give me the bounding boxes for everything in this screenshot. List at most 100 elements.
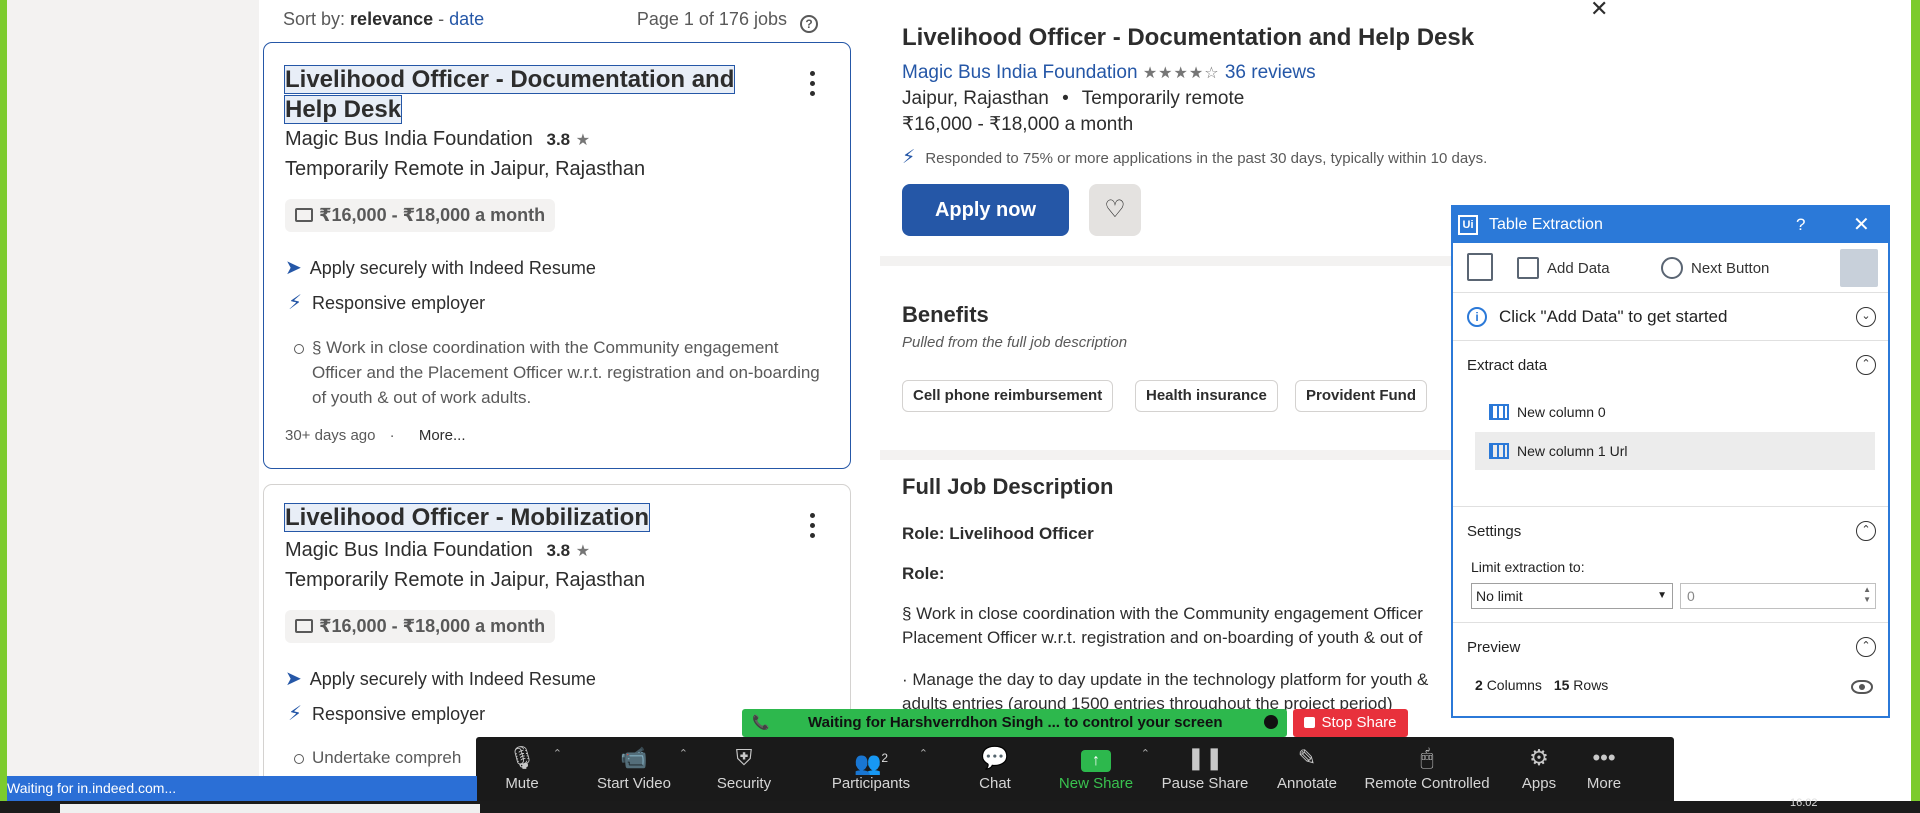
feature-indeed-resume: ➤ Apply securely with Indeed Resume — [285, 668, 596, 690]
help-icon[interactable]: ? — [800, 15, 818, 33]
zoom-toolbar: 🎙 Mute ⌃ 📹 Start Video ⌃ ⛨ Security 👥2 Partici… — [476, 737, 1674, 804]
company-rating: 3.8 — [546, 541, 571, 560]
chevron-up-icon[interactable]: ⌃ — [919, 747, 928, 760]
hint-section: i Click "Add Data" to get started ⌄ — [1453, 293, 1888, 341]
share-frame-right — [1911, 0, 1920, 813]
apps-icon: ⚙ — [1529, 745, 1549, 770]
more-options-icon[interactable] — [810, 71, 816, 101]
job-location: Temporarily Remote in Jaipur, Rajasthan — [285, 569, 646, 591]
posted-date: 30+ days ago — [285, 427, 376, 444]
chevron-up-icon[interactable]: ⌃ — [1856, 355, 1876, 375]
dropdown-caret-icon: ▼ — [1657, 590, 1667, 601]
chevron-up-icon[interactable]: ⌃ — [679, 747, 688, 760]
close-detail-icon[interactable]: ✕ — [1590, 0, 1608, 22]
feature-indeed-resume: ➤ Apply securely with Indeed Resume — [285, 257, 596, 279]
start-video-button[interactable]: 📹 Start Video ⌃ — [594, 737, 688, 804]
lightning-icon: ⚡ — [288, 703, 303, 725]
pause-share-button[interactable]: ❚❚ Pause Share — [1160, 737, 1250, 804]
page-gutter-left — [7, 0, 259, 813]
apps-button[interactable]: ⚙ Apps — [1516, 737, 1562, 804]
meta-separator: · — [389, 427, 395, 444]
responsive-notice: ⚡ Responded to 75% or more applications i… — [902, 147, 1488, 168]
share-arrow-icon: ↑ — [1081, 750, 1111, 772]
chevron-up-icon[interactable]: ⌃ — [1141, 747, 1150, 760]
salary-badge: ₹16,000 - ₹18,000 a month — [285, 610, 556, 643]
remote-controlled-button[interactable]: 🖱 Remote Controlled — [1362, 737, 1492, 804]
star-icon: ★ — [575, 543, 591, 560]
save-job-heart-icon[interactable]: ♡ — [1089, 184, 1141, 236]
description-paragraph: Placement Officer w.r.t. registration an… — [902, 628, 1423, 647]
chevron-down-icon[interactable]: ⌄ — [1856, 307, 1876, 327]
info-icon: i — [1467, 307, 1487, 327]
refresh-icon[interactable] — [1840, 249, 1878, 287]
column-icon — [1489, 443, 1509, 459]
add-data-icon — [1517, 257, 1539, 279]
close-icon[interactable]: ✕ — [1853, 212, 1870, 237]
limit-select[interactable]: No limit ▼ — [1471, 583, 1673, 609]
next-button-button[interactable]: Next Button — [1661, 257, 1769, 279]
salary-badge: ₹16,000 - ₹18,000 a month — [285, 199, 556, 232]
add-data-button[interactable]: Add Data — [1517, 257, 1610, 279]
job-title[interactable]: Livelihood Officer - Mobilization — [284, 503, 755, 533]
reviews-link[interactable]: 36 reviews — [1225, 62, 1316, 83]
detail-salary: ₹16,000 - ₹18,000 a month — [902, 114, 1134, 135]
detail-job-title: Livelihood Officer - Documentation and H… — [902, 24, 1475, 51]
preview-header: Preview — [1467, 639, 1521, 656]
chat-icon: 💬 — [981, 745, 1009, 770]
sort-relevance: relevance — [350, 9, 434, 29]
next-button-icon — [1661, 257, 1683, 279]
sort-separator: - — [438, 9, 445, 29]
job-card[interactable]: Livelihood Officer - Documentation and H… — [263, 42, 851, 469]
limit-count-input[interactable]: 0 ▲ ▼ — [1680, 583, 1876, 609]
participants-button[interactable]: 👥2 Participants ⌃ — [828, 737, 928, 804]
table-extraction-toolbar: Add Data Next Button — [1453, 243, 1888, 293]
mute-button[interactable]: 🎙 Mute ⌃ — [496, 737, 562, 804]
money-icon — [295, 619, 313, 633]
preview-summary: 2 Columns 15 Rows — [1475, 677, 1608, 693]
sort-by-date-link[interactable]: date — [449, 9, 484, 29]
preview-column-count: 2 — [1475, 677, 1483, 693]
participants-icon: 👥2 — [853, 750, 889, 776]
stop-share-button[interactable]: Stop Share — [1293, 709, 1408, 737]
apply-now-button[interactable]: Apply now — [902, 184, 1069, 236]
benefits-heading: Benefits — [902, 302, 989, 327]
remote-control-text: Waiting for Harshverrdhon Singh ... to c… — [808, 714, 1223, 731]
detail-company-link[interactable]: Magic Bus India Foundation — [902, 62, 1138, 83]
table-extraction-titlebar: Ui Table Extraction ? ✕ — [1453, 207, 1888, 243]
star-icon: ★ — [575, 132, 591, 149]
remote-control-banner: 📞 Waiting for Harshverrdhon Singh ... to… — [742, 709, 1287, 737]
job-title[interactable]: Livelihood Officer - Documentation and H… — [283, 65, 755, 125]
chevron-up-icon[interactable]: ⌃ — [1856, 521, 1876, 541]
eye-icon[interactable] — [1851, 680, 1873, 694]
taskbar-window[interactable] — [60, 804, 480, 813]
full-description-heading: Full Job Description — [902, 474, 1114, 499]
save-icon[interactable] — [1467, 253, 1501, 281]
chat-button[interactable]: 💬 Chat — [970, 737, 1020, 804]
spinner-icon[interactable]: ▲ ▼ — [1863, 585, 1871, 605]
new-share-button[interactable]: ↑ New Share ⌃ — [1056, 737, 1150, 804]
company-name: Magic Bus India Foundation — [285, 539, 533, 561]
hint-text: Click "Add Data" to get started — [1499, 307, 1728, 326]
more-link[interactable]: More... — [419, 427, 466, 444]
help-icon[interactable]: ? — [1796, 215, 1805, 235]
security-button[interactable]: ⛨ Security — [712, 737, 776, 804]
settings-header: Settings — [1467, 523, 1522, 540]
page-info: Page 1 of 176 jobs — [636, 9, 787, 29]
preview-section: Preview ⌃ 2 Columns 15 Rows — [1453, 623, 1888, 716]
pause-icon: ❚❚ — [1186, 745, 1224, 770]
more-options-icon[interactable] — [810, 513, 816, 543]
sort-bar: Sort by: relevance - date Page 1 of 176 … — [283, 9, 818, 33]
chevron-up-icon[interactable]: ⌃ — [1856, 637, 1876, 657]
column-item[interactable]: New column 0 — [1475, 393, 1875, 431]
rating-stars-icon: ★★★★☆ — [1142, 65, 1220, 82]
more-dots-icon: ••• — [1592, 745, 1616, 770]
benefit-tag: Cell phone reimbursement — [902, 380, 1114, 412]
annotate-button[interactable]: ✎ Annotate — [1272, 737, 1342, 804]
limit-label: Limit extraction to: — [1471, 559, 1585, 575]
column-item[interactable]: New column 1 Url — [1475, 432, 1875, 470]
company-line: Magic Bus India Foundation 3.8 ★ — [285, 539, 590, 562]
chevron-up-icon[interactable]: ⌃ — [553, 747, 562, 760]
table-extraction-window: Ui Table Extraction ? ✕ Add Data Next Bu… — [1451, 205, 1890, 718]
description-paragraph: · Manage the day to day update in the te… — [902, 670, 1429, 689]
more-button[interactable]: ••• More — [1580, 737, 1628, 804]
